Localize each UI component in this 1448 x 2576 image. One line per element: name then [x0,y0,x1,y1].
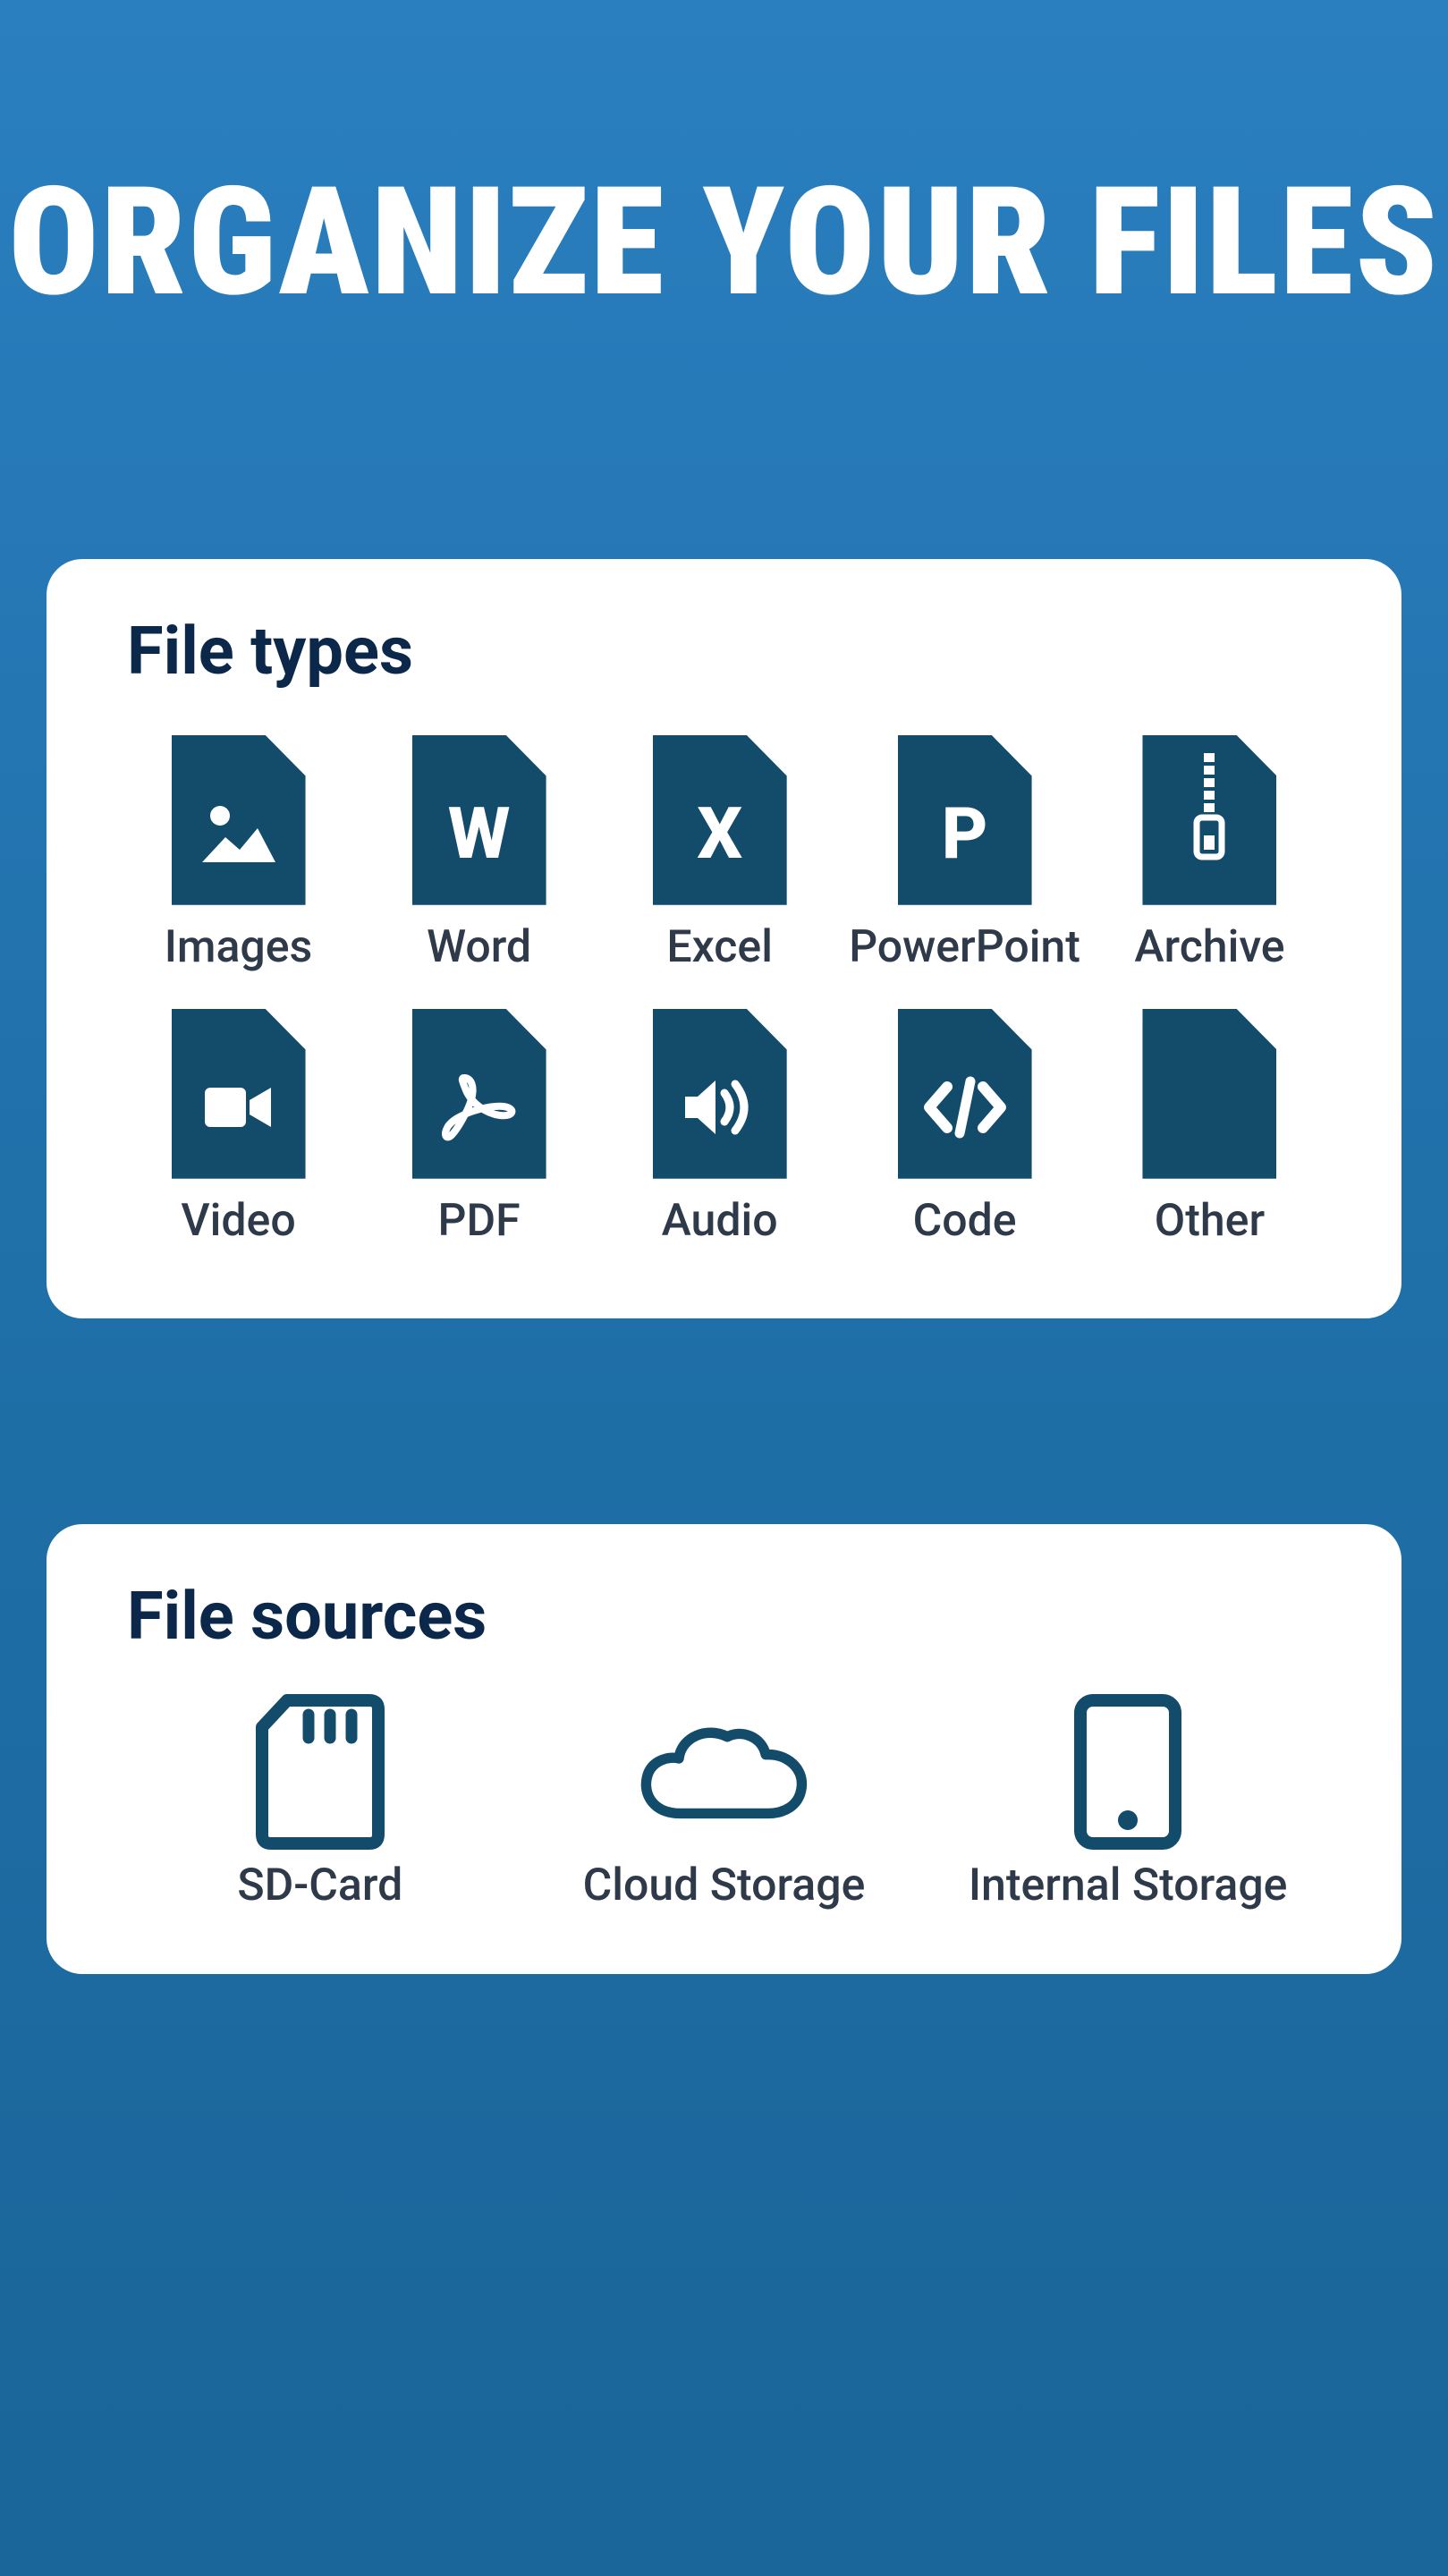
excel-file-icon: X [653,735,787,905]
file-type-label: Code [913,1195,1017,1247]
file-type-images[interactable]: Images [127,735,350,973]
file-type-label: Audio [662,1195,778,1247]
file-source-sdcard[interactable]: SD-Card [127,1700,513,1911]
page-title: ORGANIZE YOUR FILES [0,0,1448,326]
file-type-label: Archive [1134,921,1284,973]
file-type-archive[interactable]: Archive [1098,735,1321,973]
file-type-audio[interactable]: Audio [608,1009,831,1247]
code-file-icon [898,1009,1032,1179]
video-file-icon [172,1009,306,1179]
file-type-label: Other [1155,1195,1265,1247]
file-type-label: Video [181,1195,295,1247]
file-type-code[interactable]: Code [849,1009,1080,1247]
powerpoint-file-icon: P [898,735,1032,905]
file-sources-grid: SD-Card Cloud Storage Internal Storage [127,1700,1321,1911]
sdcard-icon [231,1700,410,1843]
file-type-other[interactable]: Other [1098,1009,1321,1247]
file-type-video[interactable]: Video [127,1009,350,1247]
image-file-icon [172,735,306,905]
file-source-cloud[interactable]: Cloud Storage [531,1700,918,1911]
file-source-label: Internal Storage [969,1860,1288,1911]
file-type-word[interactable]: W Word [368,735,590,973]
file-sources-title: File sources [127,1578,1321,1656]
other-file-icon [1142,1009,1276,1179]
archive-file-icon [1142,735,1276,905]
file-source-label: SD-Card [237,1860,402,1911]
word-file-icon: W [412,735,546,905]
file-type-label: Excel [666,921,773,973]
file-type-label: PDF [438,1195,521,1247]
file-type-powerpoint[interactable]: P PowerPoint [849,735,1080,973]
pdf-file-icon [412,1009,546,1179]
file-type-pdf[interactable]: PDF [368,1009,590,1247]
cloud-icon [634,1700,813,1843]
file-types-grid: Images W Word X Excel P PowerPoint [127,735,1321,1247]
phone-icon [1038,1700,1217,1843]
file-types-title: File types [127,613,1321,691]
file-source-label: Cloud Storage [583,1860,866,1911]
file-sources-card: File sources SD-Card Cloud Storage [47,1524,1401,1974]
file-type-label: Word [427,921,531,973]
file-type-label: Images [165,921,313,973]
file-type-excel[interactable]: X Excel [608,735,831,973]
file-source-internal[interactable]: Internal Storage [935,1700,1321,1911]
audio-file-icon [653,1009,787,1179]
file-types-card: File types Images W Word X [47,559,1401,1318]
file-type-label: PowerPoint [849,921,1080,973]
